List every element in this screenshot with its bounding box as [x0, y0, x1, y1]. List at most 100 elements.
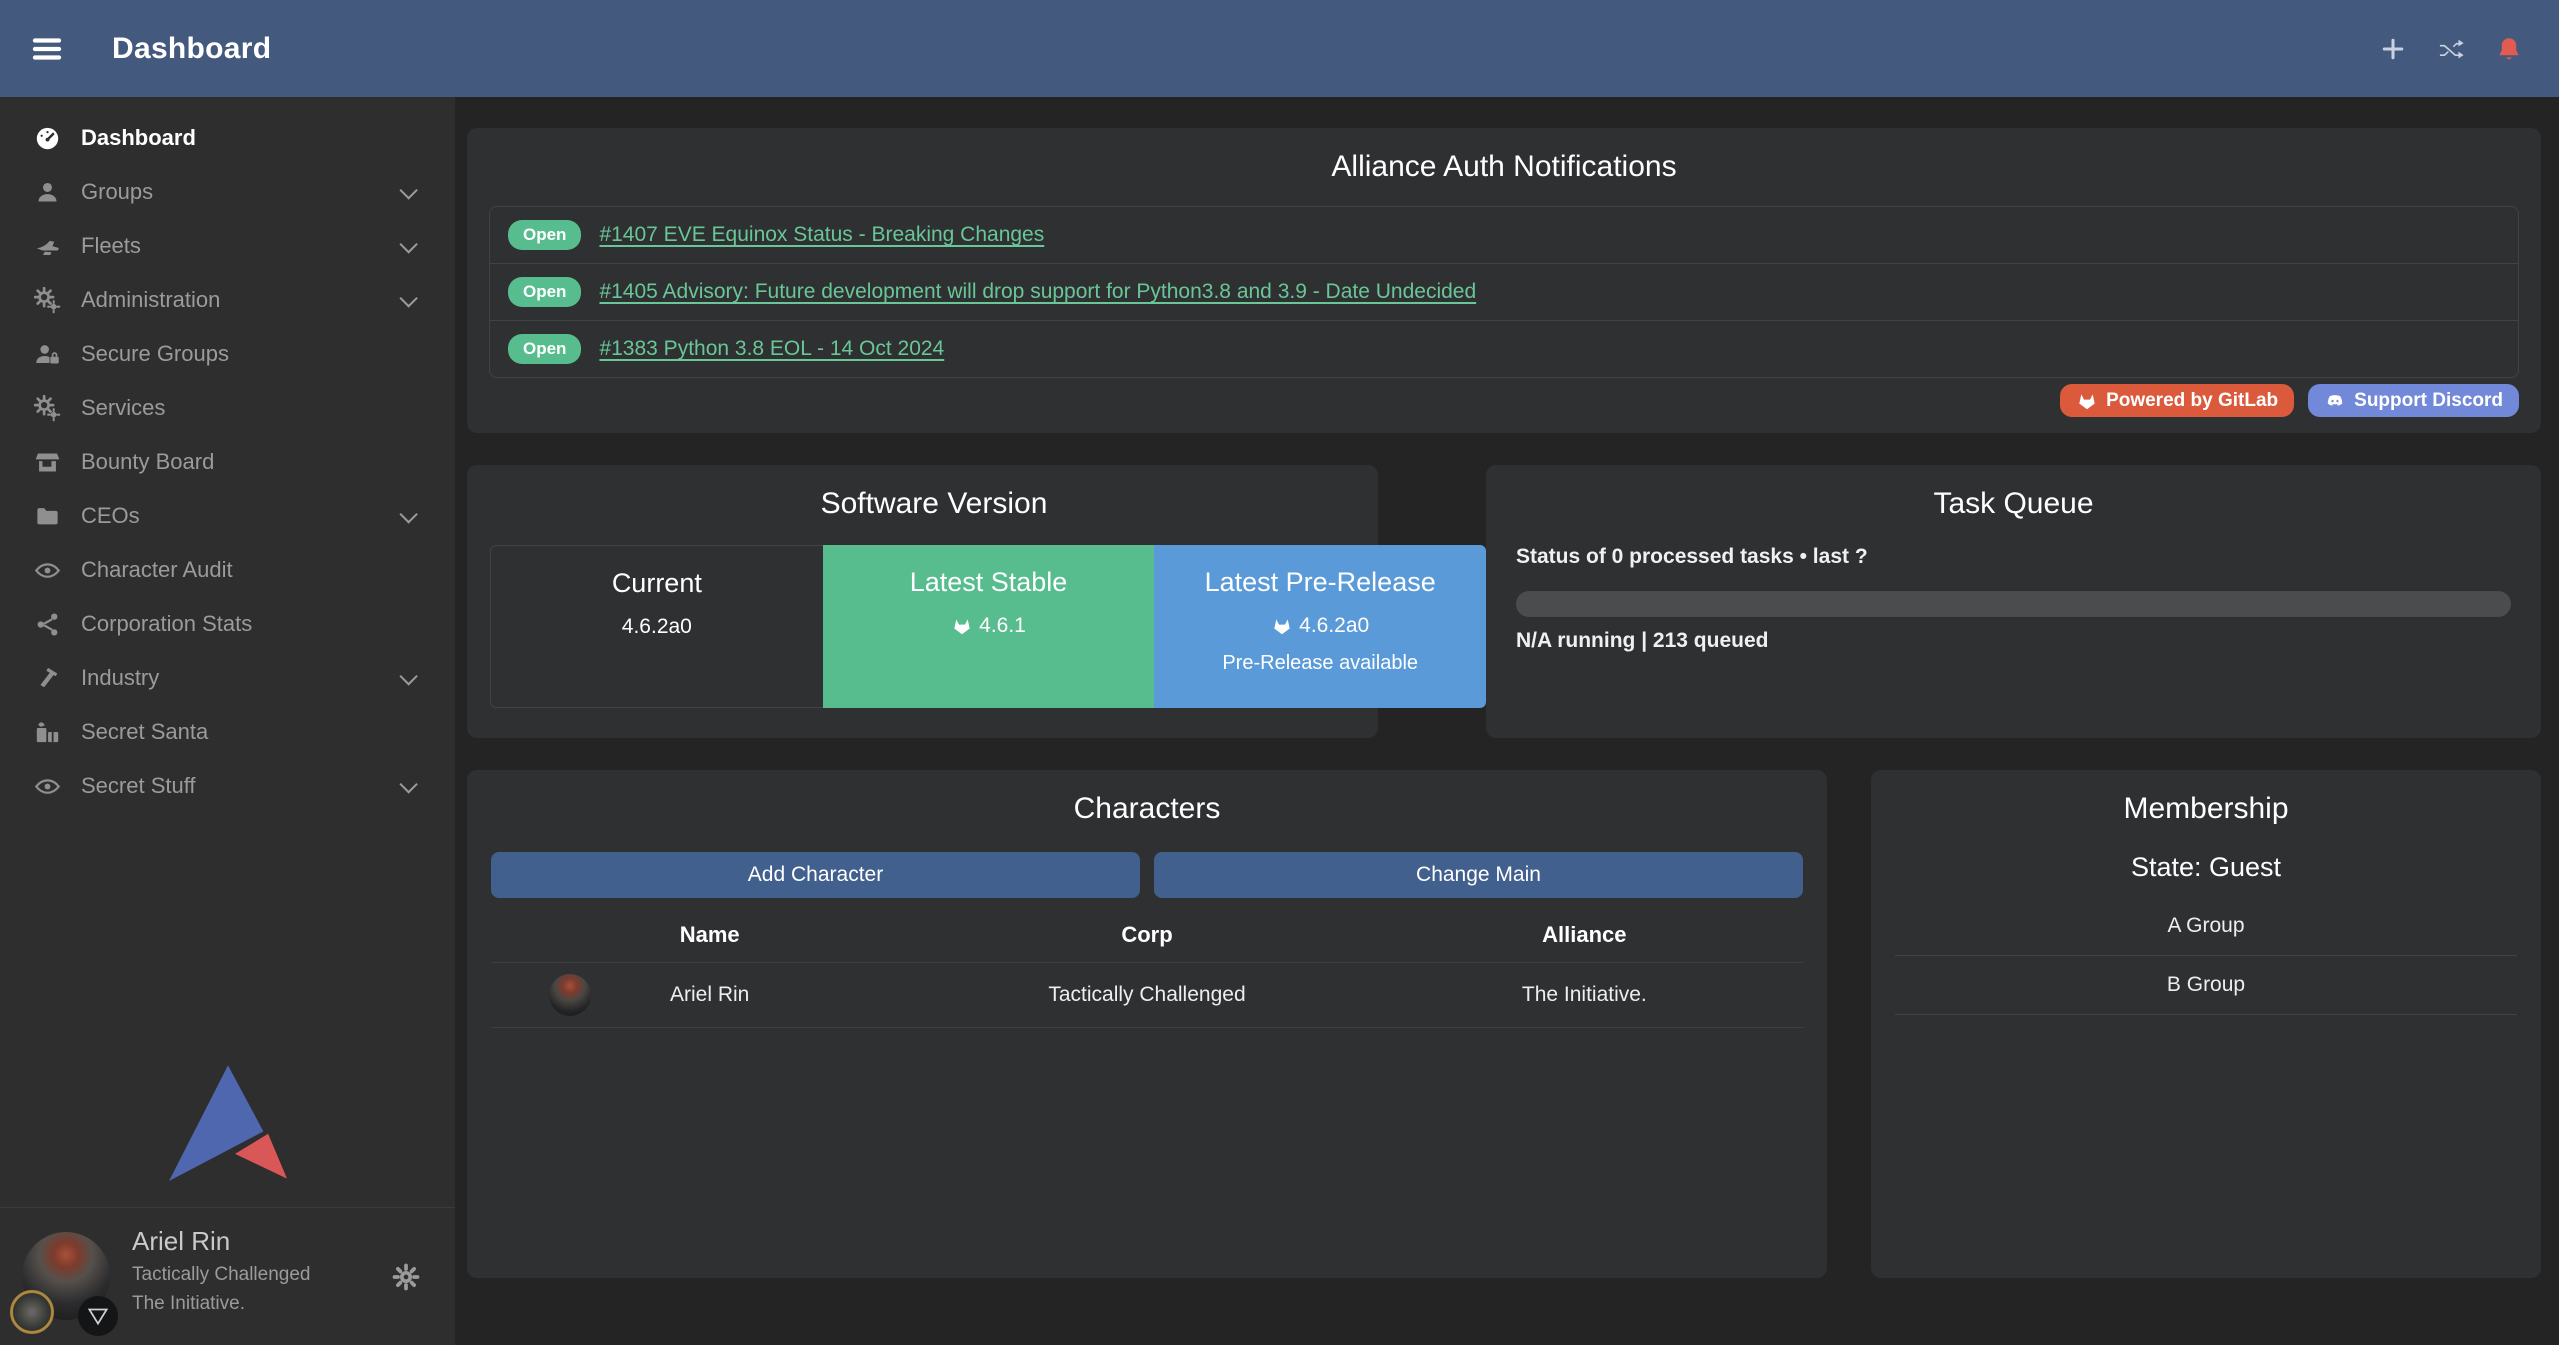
- version-stable-value: 4.6.1: [979, 614, 1026, 638]
- sidebar-item-label: Services: [81, 395, 165, 421]
- characters-panel: Characters Add Character Change Main Nam…: [467, 770, 1827, 1278]
- version-latest-stable: Latest Stable 4.6.1: [823, 545, 1155, 708]
- gitlab-icon: [951, 615, 973, 637]
- chevron-down-icon: [399, 667, 417, 685]
- header-corp: Corp: [928, 922, 1365, 948]
- task-queue-status: Status of 0 processed tasks • last ?: [1516, 545, 2511, 569]
- membership-groups: A GroupB Group: [1895, 897, 2517, 1015]
- hammer-icon: [34, 665, 61, 692]
- sidebar-item-label: Character Audit: [81, 557, 233, 583]
- task-queue-progressbar: [1516, 591, 2511, 617]
- version-latest-prerelease: Latest Pre-Release 4.6.2a0 Pre-Release a…: [1154, 545, 1486, 708]
- sidebar-user-card: Ariel Rin Tactically Challenged The Init…: [0, 1207, 455, 1345]
- sidebar-item-fleets[interactable]: Fleets: [0, 219, 455, 273]
- discord-badge[interactable]: Support Discord: [2308, 384, 2519, 417]
- sidebar-item-label: Bounty Board: [81, 449, 214, 475]
- chevron-down-icon: [399, 235, 417, 253]
- version-prerelease-label: Latest Pre-Release: [1205, 567, 1436, 598]
- notification-link[interactable]: #1405 Advisory: Future development will …: [599, 280, 1476, 304]
- topbar-actions: [2379, 35, 2523, 63]
- user-corp: Tactically Challenged: [132, 1264, 311, 1286]
- character-avatar: [549, 974, 591, 1016]
- settings-gear-icon[interactable]: [391, 1262, 421, 1292]
- version-current: Current 4.6.2a0: [490, 545, 823, 708]
- plus-icon[interactable]: [2379, 35, 2407, 63]
- version-stable-label: Latest Stable: [910, 567, 1068, 598]
- notification-row: Open #1407 EVE Equinox Status - Breaking …: [490, 207, 2518, 263]
- sidebar-item-industry[interactable]: Industry: [0, 651, 455, 705]
- notifications-panel: Alliance Auth Notifications Open #1407 EV…: [467, 128, 2541, 433]
- sidebar-item-administration[interactable]: Administration: [0, 273, 455, 327]
- chevron-down-icon: [399, 181, 417, 199]
- character-name: Ariel Rin: [670, 983, 749, 1006]
- gauge-icon: [34, 125, 61, 152]
- gitlab-icon: [1271, 615, 1293, 637]
- gifts-icon: [34, 719, 61, 746]
- eye-icon: [34, 773, 61, 800]
- corp-logo-badge: [10, 1290, 54, 1334]
- sidebar-item-label: Fleets: [81, 233, 141, 259]
- sidebar-item-secret-stuff[interactable]: Secret Stuff: [0, 759, 455, 813]
- folder-icon: [34, 503, 61, 530]
- software-version-title: Software Version: [490, 487, 1378, 521]
- sidebar-item-groups[interactable]: Groups: [0, 165, 455, 219]
- header-alliance: Alliance: [1366, 922, 1803, 948]
- task-queue-counts: N/A running | 213 queued: [1516, 629, 2511, 653]
- sidebar-item-ceos[interactable]: CEOs: [0, 489, 455, 543]
- sidebar-item-dashboard[interactable]: Dashboard: [0, 111, 455, 165]
- version-box: Current 4.6.2a0 Latest Stable 4.6.1 Late…: [490, 545, 1486, 708]
- sidebar-item-services[interactable]: Services: [0, 381, 455, 435]
- sidebar-item-label: Groups: [81, 179, 153, 205]
- chevron-down-icon: [399, 505, 417, 523]
- sidebar-menu: Dashboard Groups Fleets Administration Secur…: [0, 97, 455, 813]
- task-queue-title: Task Queue: [1516, 487, 2511, 521]
- shuffle-icon[interactable]: [2437, 35, 2465, 63]
- notification-row: Open #1405 Advisory: Future development w…: [490, 263, 2518, 320]
- character-row: Ariel RinTactically ChallengedThe Initia…: [491, 962, 1803, 1028]
- sidebar-item-corporation-stats[interactable]: Corporation Stats: [0, 597, 455, 651]
- discord-badge-label: Support Discord: [2354, 390, 2503, 412]
- notification-link[interactable]: #1407 EVE Equinox Status - Breaking Chan…: [599, 223, 1044, 247]
- status-badge: Open: [508, 334, 581, 364]
- membership-title: Membership: [1895, 792, 2517, 826]
- sidebar-item-bounty-board[interactable]: Bounty Board: [0, 435, 455, 489]
- notifications-title: Alliance Auth Notifications: [489, 150, 2519, 184]
- sidebar-item-label: Administration: [81, 287, 220, 313]
- sidebar: Dashboard Groups Fleets Administration Secur…: [0, 97, 455, 1345]
- gitlab-icon: [2076, 390, 2098, 412]
- hamburger-menu-icon[interactable]: [30, 32, 64, 66]
- version-current-value: 4.6.2a0: [622, 615, 692, 639]
- page-title: Dashboard: [112, 32, 271, 66]
- status-badge: Open: [508, 277, 581, 307]
- sidebar-item-label: Dashboard: [81, 125, 196, 151]
- membership-group-item: B Group: [1895, 956, 2517, 1015]
- shop-icon: [34, 449, 61, 476]
- sidebar-item-secure-groups[interactable]: Secure Groups: [0, 327, 455, 381]
- notifications-footer: Powered by GitLab Support Discord: [489, 384, 2519, 417]
- sidebar-item-label: Secret Stuff: [81, 773, 196, 799]
- change-main-button[interactable]: Change Main: [1154, 852, 1803, 898]
- membership-state: State: Guest: [1895, 852, 2517, 883]
- character-name-cell: Ariel Rin: [491, 983, 928, 1007]
- characters-title: Characters: [491, 792, 1803, 826]
- bell-icon[interactable]: [2495, 35, 2523, 63]
- user-icon: [34, 179, 61, 206]
- notification-link[interactable]: #1383 Python 3.8 EOL - 14 Oct 2024: [599, 337, 944, 361]
- user-lock-icon: [34, 341, 61, 368]
- sidebar-item-label: CEOs: [81, 503, 140, 529]
- characters-table: Name Corp Alliance Ariel RinTactically C…: [491, 902, 1803, 1028]
- status-badge: Open: [508, 220, 581, 250]
- add-character-button[interactable]: Add Character: [491, 852, 1140, 898]
- share-icon: [34, 611, 61, 638]
- main-content: Alliance Auth Notifications Open #1407 EV…: [455, 97, 2559, 1345]
- notifications-list: Open #1407 EVE Equinox Status - Breaking …: [489, 206, 2519, 378]
- software-version-panel: Software Version Current 4.6.2a0 Latest …: [467, 465, 1378, 738]
- gitlab-badge[interactable]: Powered by GitLab: [2060, 384, 2294, 417]
- sidebar-item-character-audit[interactable]: Character Audit: [0, 543, 455, 597]
- user-alliance: The Initiative.: [132, 1293, 311, 1315]
- header-name: Name: [491, 922, 928, 948]
- sidebar-item-secret-santa[interactable]: Secret Santa: [0, 705, 455, 759]
- discord-icon: [2324, 390, 2346, 412]
- sidebar-item-label: Secret Santa: [81, 719, 208, 745]
- gitlab-badge-label: Powered by GitLab: [2106, 390, 2278, 412]
